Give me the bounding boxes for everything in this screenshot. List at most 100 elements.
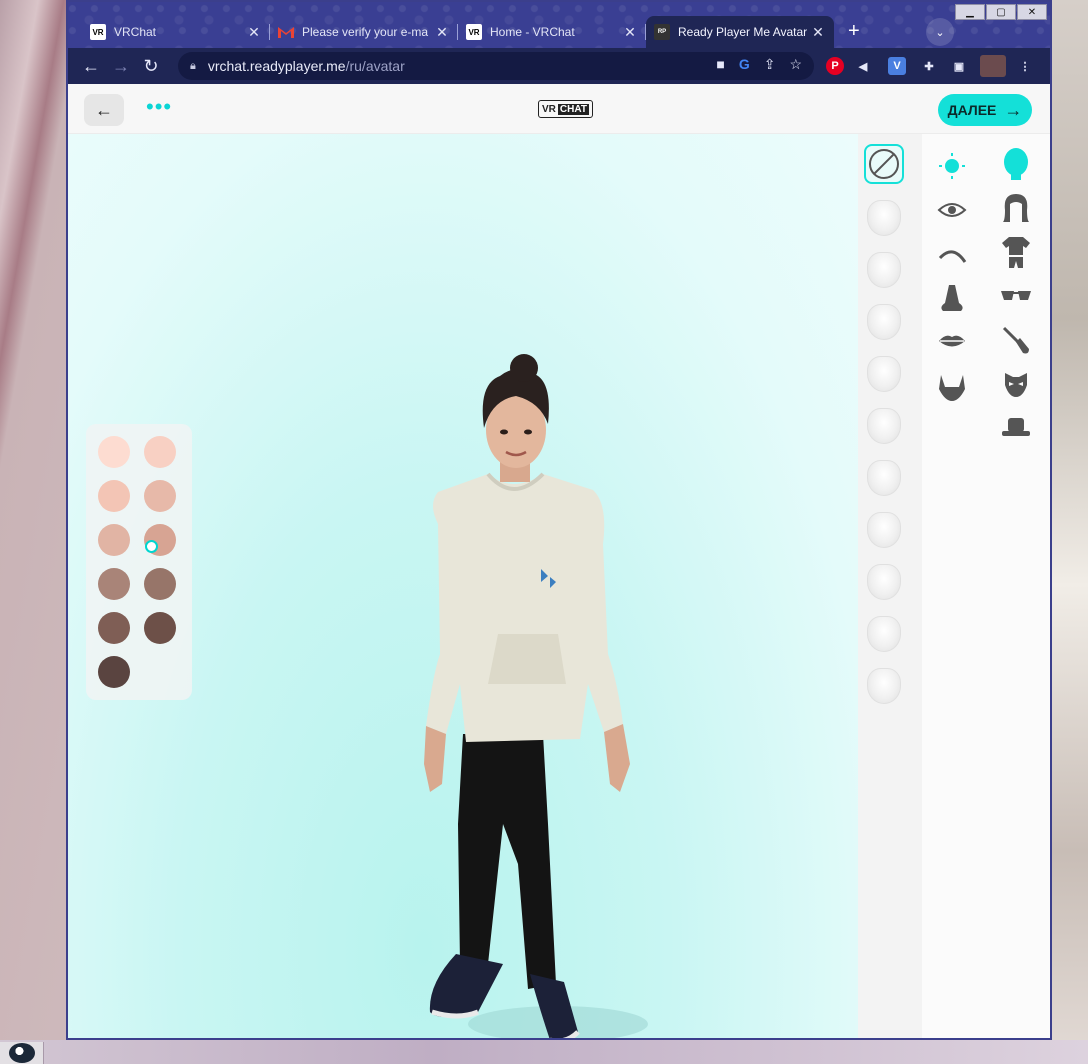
maximize-icon[interactable]: ▢ <box>986 4 1016 20</box>
menu-dots-icon[interactable]: ⋮ <box>1016 57 1034 75</box>
back-button[interactable]: ← <box>84 94 124 126</box>
close-icon[interactable]: ✕ <box>246 24 262 41</box>
camera-icon[interactable]: ■ <box>716 56 724 73</box>
skin-swatch[interactable] <box>144 436 176 468</box>
preset-face-button[interactable] <box>864 666 904 706</box>
speaker-icon[interactable]: ◀ <box>854 57 872 75</box>
side-panel-icon[interactable]: ▣ <box>950 57 968 75</box>
new-tab-button[interactable]: + <box>848 20 860 43</box>
category-panel <box>922 134 1050 1038</box>
tab-gmail[interactable]: Please verify your e-ma ✕ <box>270 16 458 48</box>
head-icon[interactable] <box>998 146 1034 182</box>
preset-face-button[interactable] <box>864 302 904 342</box>
window-controls: ▁ ▢ ✕ <box>954 4 1047 20</box>
skin-swatch[interactable] <box>144 612 176 644</box>
back-arrow-icon[interactable]: ← <box>76 56 106 77</box>
face-preset-icon <box>867 616 901 652</box>
star-icon[interactable]: ☆ <box>789 56 802 73</box>
tab-search-icon[interactable]: ⌄ <box>926 18 954 46</box>
extensions-puzzle-icon[interactable]: ✚ <box>920 57 938 75</box>
face-preset-icon <box>867 356 901 392</box>
skin-swatch[interactable] <box>98 436 130 468</box>
preset-face-button[interactable] <box>864 250 904 290</box>
lips-icon[interactable] <box>934 324 970 360</box>
close-window-icon[interactable]: ✕ <box>1017 4 1047 20</box>
skin-swatch[interactable] <box>98 568 130 600</box>
desktop-background <box>1050 0 1088 1064</box>
makeup-brush-icon[interactable] <box>998 322 1034 358</box>
taskbar <box>0 1040 1088 1064</box>
extension-v-icon[interactable]: V <box>888 57 906 75</box>
tab-home-vrchat[interactable]: VR Home - VRChat ✕ <box>458 16 646 48</box>
preset-none-button[interactable] <box>864 144 904 184</box>
editor-header: ← ••• VR CHAT ДАЛЕЕ → <box>68 84 1050 134</box>
beard-icon[interactable] <box>934 368 970 404</box>
next-button[interactable]: ДАЛЕЕ → <box>938 94 1032 126</box>
readyplayerme-icon: RP <box>654 24 670 40</box>
preset-face-button[interactable] <box>864 198 904 238</box>
profile-avatar[interactable] <box>980 55 1006 77</box>
face-preset-icon <box>867 304 901 340</box>
avatar-viewport[interactable] <box>68 134 858 1038</box>
face-preset-icon <box>867 200 901 236</box>
next-label: ДАЛЕЕ <box>947 102 997 118</box>
nose-icon[interactable] <box>934 280 970 316</box>
minimize-icon[interactable]: ▁ <box>955 4 985 20</box>
vrchat-logo: VR CHAT <box>538 100 593 118</box>
skin-tone-panel <box>86 424 192 700</box>
tab-vrchat[interactable]: VR VRChat ✕ <box>82 16 270 48</box>
address-bar[interactable]: 🔒︎ vrchat.readyplayer.me/ru/avatar ■ G ⇪… <box>178 52 814 80</box>
reload-icon[interactable]: ↻ <box>136 56 166 77</box>
preset-column <box>858 134 922 1038</box>
lock-icon: 🔒︎ <box>190 59 196 72</box>
preset-face-button[interactable] <box>864 354 904 394</box>
close-icon[interactable]: ✕ <box>434 24 450 41</box>
eyebrow-icon[interactable] <box>934 236 970 272</box>
skin-swatch[interactable] <box>144 568 176 600</box>
face-preset-icon <box>867 512 901 548</box>
tab-ready-player-me[interactable]: RP Ready Player Me Avatar ✕ <box>646 16 834 48</box>
face-preset-icon <box>867 408 901 444</box>
skin-swatch[interactable] <box>98 524 130 556</box>
avatar-model[interactable] <box>368 264 668 1038</box>
skin-swatch[interactable] <box>98 480 130 512</box>
tab-title: Please verify your e-ma <box>302 25 429 39</box>
pinterest-icon[interactable]: P <box>826 57 844 75</box>
arrow-right-icon: → <box>1004 99 1023 120</box>
skin-swatch[interactable] <box>98 656 130 688</box>
skin-swatch[interactable] <box>98 612 130 644</box>
preset-face-button[interactable] <box>864 614 904 654</box>
close-icon[interactable]: ✕ <box>810 24 826 41</box>
forward-arrow-icon[interactable]: → <box>106 56 136 77</box>
share-icon[interactable]: ⇪ <box>764 56 776 73</box>
more-options-icon[interactable]: ••• <box>146 96 172 118</box>
glasses-icon[interactable] <box>998 278 1034 314</box>
skin-swatch[interactable] <box>144 480 176 512</box>
url-host: vrchat.readyplayer.me <box>207 58 346 74</box>
logo-chat: CHAT <box>557 103 589 115</box>
face-mask-icon[interactable] <box>998 366 1034 402</box>
steam-icon[interactable] <box>0 1042 44 1064</box>
google-icon[interactable]: G <box>739 56 750 73</box>
arrow-left-icon: ← <box>95 99 113 120</box>
tab-title: Home - VRChat <box>490 25 575 39</box>
vrchat-icon: VR <box>466 24 482 40</box>
face-preset-icon <box>867 564 901 600</box>
eye-icon[interactable] <box>934 192 970 228</box>
hair-icon[interactable] <box>998 190 1034 226</box>
close-icon[interactable]: ✕ <box>622 24 638 41</box>
skin-swatch[interactable] <box>144 524 176 556</box>
outfit-icon[interactable] <box>998 234 1034 270</box>
preset-face-button[interactable] <box>864 510 904 550</box>
preset-face-button[interactable] <box>864 562 904 602</box>
preset-face-button[interactable] <box>864 458 904 498</box>
tab-title: Ready Player Me Avatar <box>678 25 808 39</box>
face-preset-icon <box>867 460 901 496</box>
browser-toolbar: ← → ↻ 🔒︎ vrchat.readyplayer.me/ru/avatar… <box>68 48 1050 84</box>
face-preset-icon <box>867 668 901 704</box>
preset-face-button[interactable] <box>864 406 904 446</box>
skin-tone-icon[interactable] <box>934 148 970 184</box>
hat-icon[interactable] <box>998 410 1034 446</box>
browser-window: VR VRChat ✕ Please verify your e-ma ✕ VR… <box>66 0 1052 1040</box>
url-path: /ru/avatar <box>345 58 405 74</box>
